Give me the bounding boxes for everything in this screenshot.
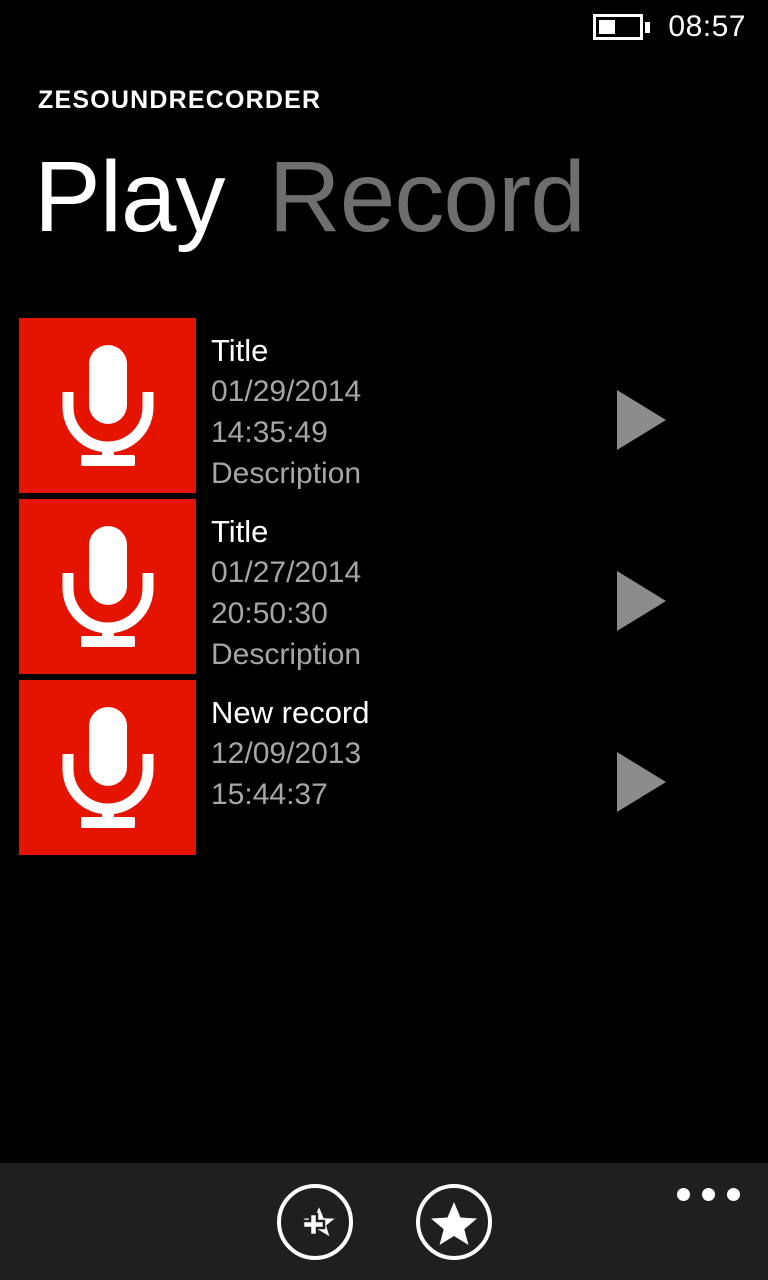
- play-icon[interactable]: [617, 752, 666, 812]
- more-dots-icon[interactable]: [677, 1188, 740, 1201]
- favorites-button[interactable]: [415, 1183, 492, 1260]
- app-title: ZESOUNDRECORDER: [38, 86, 322, 114]
- microphone-icon[interactable]: [19, 499, 196, 674]
- recording-description: Description: [211, 457, 362, 490]
- recording-title: Title: [211, 333, 269, 368]
- appbar-button-row: [0, 1163, 768, 1280]
- microphone-glyph: [62, 345, 153, 466]
- overflow-dot: [727, 1188, 740, 1201]
- recording-details: Title 01/27/2014 20:50:30 Description: [211, 511, 571, 675]
- add-favorite-button[interactable]: [276, 1183, 353, 1260]
- overflow-dot: [677, 1188, 690, 1201]
- list-item[interactable]: Title 01/27/2014 20:50:30 Description: [0, 499, 768, 674]
- recording-time: 15:44:37: [211, 778, 328, 811]
- status-clock: 08:57: [668, 10, 746, 43]
- play-icon[interactable]: [617, 571, 666, 631]
- status-bar: 08:57: [0, 0, 768, 54]
- recording-title: New record: [211, 695, 370, 730]
- recording-details: Title 01/29/2014 14:35:49 Description: [211, 330, 571, 494]
- tab-play[interactable]: Play: [34, 137, 226, 257]
- recording-description: Description: [211, 638, 362, 671]
- microphone-glyph: [62, 707, 153, 828]
- microphone-icon[interactable]: [19, 680, 196, 855]
- recording-time: 14:35:49: [211, 416, 328, 449]
- recording-details: New record 12/09/2013 15:44:37: [211, 692, 571, 815]
- recording-date: 01/29/2014: [211, 375, 362, 408]
- play-icon[interactable]: [617, 390, 666, 450]
- microphone-icon[interactable]: [19, 318, 196, 493]
- list-item[interactable]: Title 01/29/2014 14:35:49 Description: [0, 318, 768, 493]
- overflow-dot: [702, 1188, 715, 1201]
- microphone-glyph: [62, 526, 153, 647]
- tab-record[interactable]: Record: [269, 137, 586, 257]
- recording-list: Title 01/29/2014 14:35:49 Description Ti…: [0, 318, 768, 861]
- recording-date: 01/27/2014: [211, 556, 362, 589]
- recording-title: Title: [211, 514, 269, 549]
- pivot-header-row: Play Record: [34, 137, 586, 257]
- app-bar: [0, 1163, 768, 1280]
- recording-date: 12/09/2013: [211, 737, 362, 770]
- battery-cap: [645, 21, 651, 33]
- battery-icon: [593, 14, 651, 40]
- star-icon: [430, 1201, 477, 1245]
- battery-body: [593, 14, 644, 40]
- battery-fill: [599, 20, 615, 34]
- list-item[interactable]: New record 12/09/2013 15:44:37: [0, 680, 768, 855]
- star-plus-icon: [296, 1200, 338, 1242]
- recording-time: 20:50:30: [211, 597, 328, 630]
